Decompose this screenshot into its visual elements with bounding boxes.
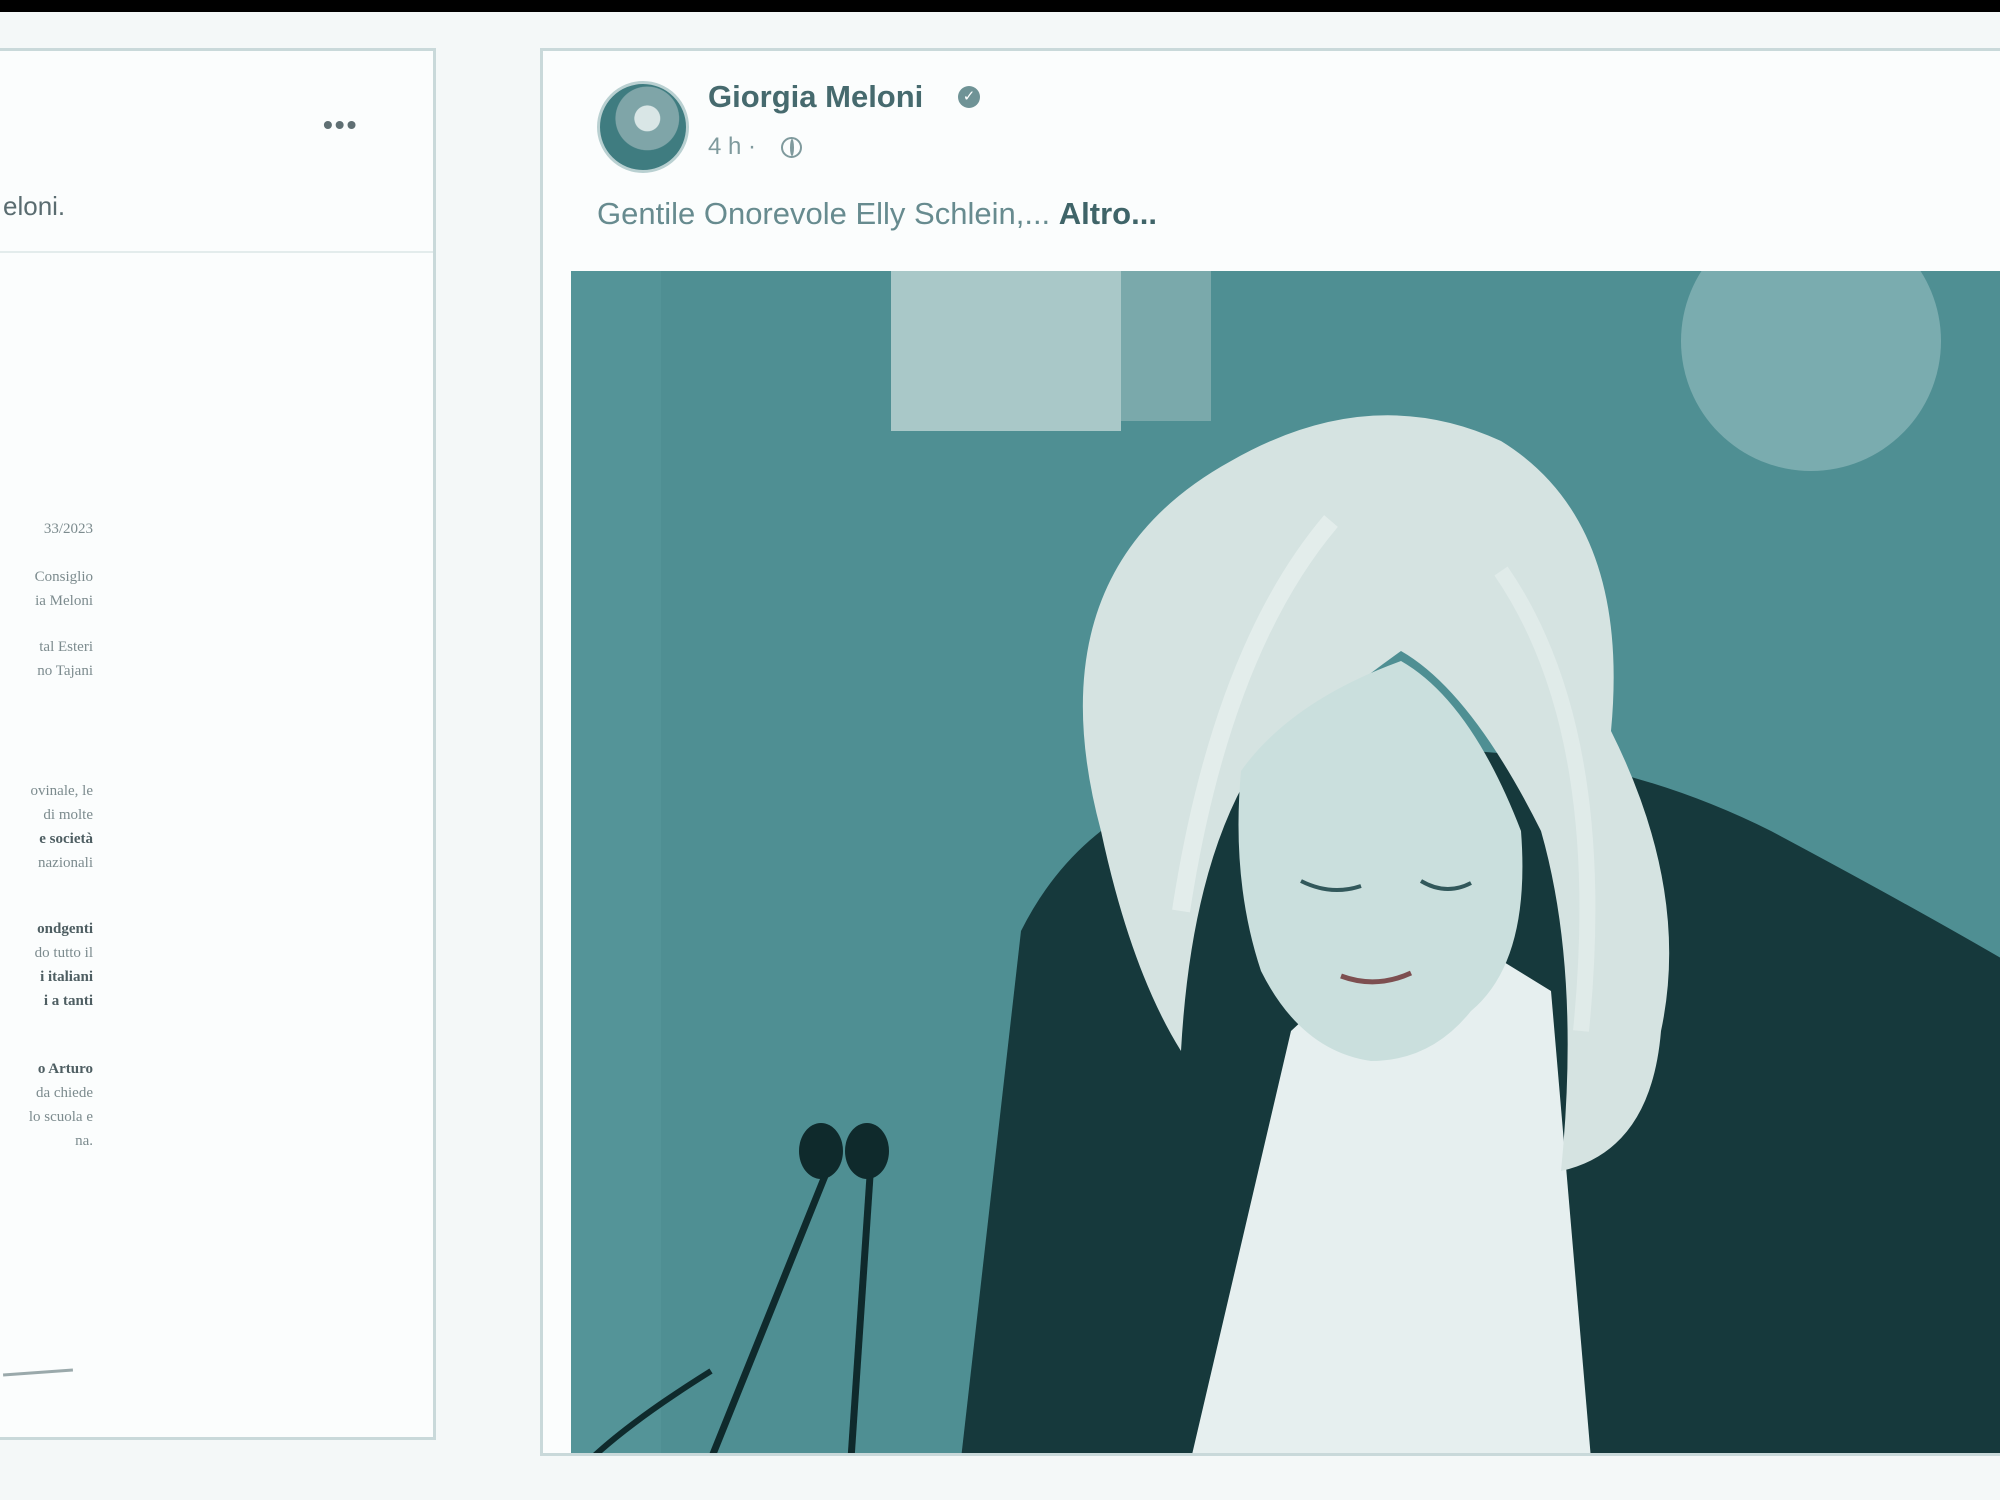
divider — [0, 251, 433, 253]
letter-line: i italiani — [40, 969, 93, 985]
top-bar — [0, 0, 2000, 12]
more-options-button[interactable]: ••• — [323, 109, 358, 141]
letter-line: tal Esteri — [39, 639, 93, 655]
portrait-illustration — [571, 271, 2000, 1453]
screenshot-scene: ••• eloni. 33/2023 Consiglio ia Meloni tal … — [0, 12, 2000, 1500]
letter-line: do tutto il — [34, 945, 93, 961]
letter-line: ovinale, le — [30, 783, 93, 799]
author-name[interactable]: Giorgia Meloni — [708, 79, 923, 115]
post-caption: eloni. — [3, 191, 66, 221]
letter-line: 33/2023 — [43, 521, 93, 537]
right-post-card: Giorgia Meloni ✓ 4 h · Gentile Onorevole… — [540, 48, 2000, 1456]
globe-icon — [781, 137, 802, 158]
letter-line: da chiede — [35, 1085, 93, 1101]
letter-line: no Tajani — [37, 663, 93, 679]
letter-line: lo scuola e — [28, 1109, 93, 1125]
letter-line: na. — [75, 1133, 93, 1149]
letter-line: ia Meloni — [35, 593, 93, 609]
post-photo[interactable] — [571, 271, 2000, 1453]
post-timestamp[interactable]: 4 h · — [708, 133, 756, 161]
letter-line: o Arturo — [37, 1061, 93, 1077]
letter-line: di molte — [43, 807, 93, 823]
post-text: Gentile Onorevole Elly Schlein,... Altro… — [597, 196, 1157, 232]
letter-line: i a tanti — [43, 993, 93, 1009]
post-text-body: Gentile Onorevole Elly Schlein,... — [597, 196, 1051, 231]
letter-line: e società — [39, 831, 93, 847]
verified-badge-icon: ✓ — [958, 86, 980, 108]
letter-line: Consiglio — [34, 569, 93, 585]
signature — [2, 1368, 74, 1377]
avatar[interactable] — [597, 81, 689, 173]
see-more-link[interactable]: Altro... — [1059, 196, 1157, 231]
letter-line: ondgenti — [37, 921, 93, 937]
letter-line: nazionali — [38, 855, 93, 871]
left-post-card: ••• eloni. 33/2023 Consiglio ia Meloni tal … — [0, 48, 436, 1440]
